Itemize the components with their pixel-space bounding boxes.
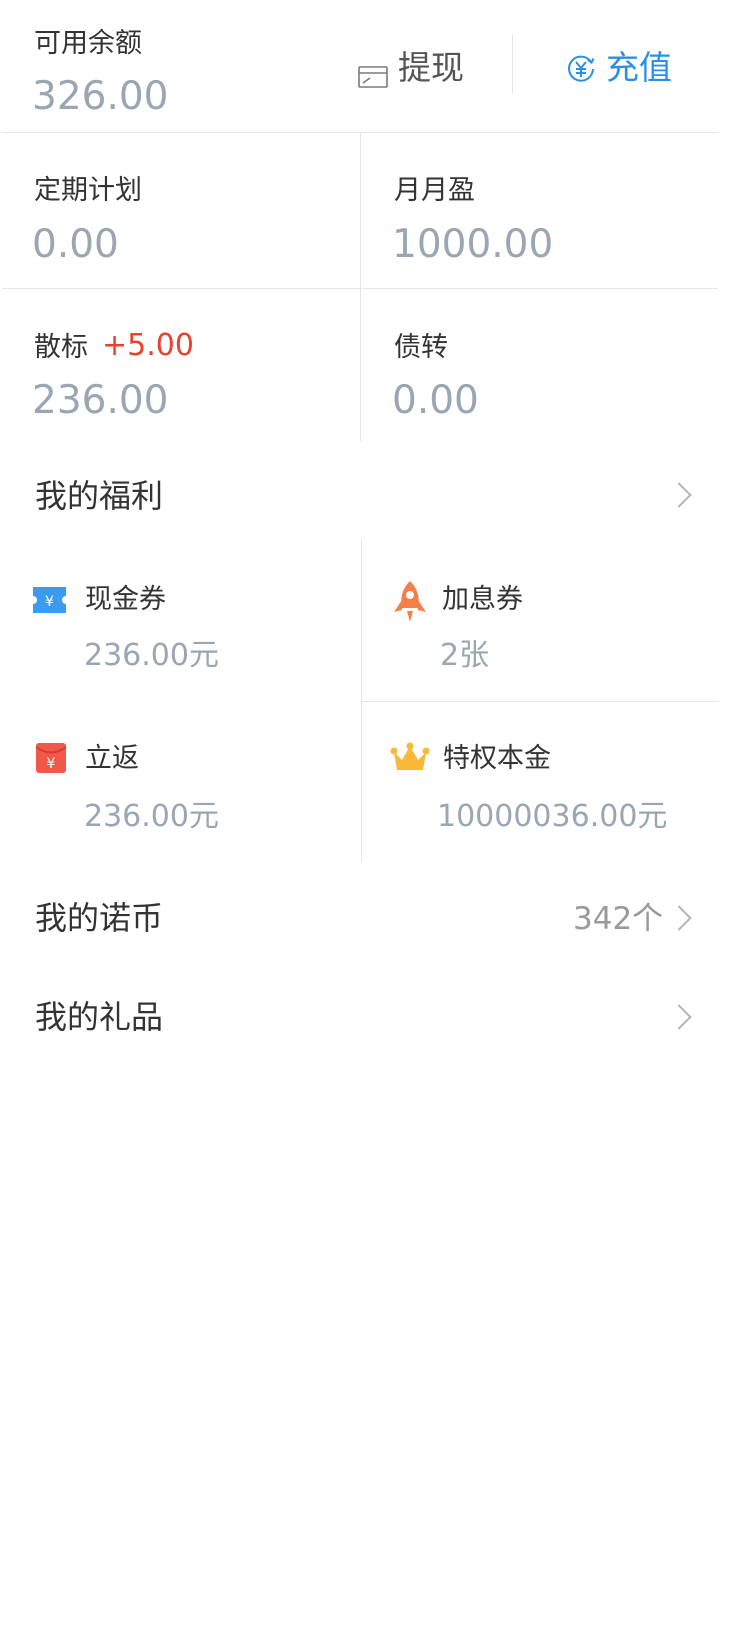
rebate-label: 立返 bbox=[85, 743, 139, 774]
gifts-title: 我的礼品 bbox=[35, 998, 164, 1036]
balance-value: 326.00 bbox=[32, 74, 169, 119]
svg-text:¥: ¥ bbox=[47, 756, 56, 772]
asset-transfer-label: 债转 bbox=[394, 332, 448, 363]
gifts-row[interactable]: 我的礼品 bbox=[0, 980, 718, 1054]
yuan-circle-icon bbox=[566, 53, 596, 83]
cash-coupon-label: 现金券 bbox=[85, 584, 166, 615]
interest-coupon-value: 2张 bbox=[440, 638, 490, 673]
recharge-label: 充值 bbox=[606, 48, 672, 87]
asset-regular-label: 定期计划 bbox=[34, 175, 142, 206]
privilege-label: 特权本金 bbox=[443, 743, 551, 774]
rocket-icon bbox=[392, 580, 428, 624]
coins-count: 342个 bbox=[573, 901, 664, 937]
asset-loose-label: 散标 bbox=[34, 332, 88, 363]
recharge-button[interactable]: 充值 bbox=[566, 48, 672, 88]
cash-coupon-value: 236.00元 bbox=[84, 638, 219, 673]
asset-transfer-value: 0.00 bbox=[392, 378, 479, 423]
rebate-value: 236.00元 bbox=[84, 799, 219, 834]
interest-coupon-label: 加息券 bbox=[442, 584, 523, 615]
asset-loose-value: 236.00 bbox=[32, 378, 169, 423]
asset-regular-value: 0.00 bbox=[32, 222, 119, 267]
cash-coupon-cell[interactable]: ¥ 现金券 236.00元 bbox=[0, 540, 360, 700]
asset-loose-cell[interactable]: 散标 +5.00 236.00 bbox=[0, 289, 360, 441]
asset-regular-cell[interactable]: 定期计划 0.00 bbox=[0, 133, 360, 288]
asset-loose-delta: +5.00 bbox=[102, 328, 194, 363]
balance-label: 可用余额 bbox=[34, 28, 142, 59]
privilege-value: 10000036.00元 bbox=[437, 799, 668, 834]
asset-monthly-value: 1000.00 bbox=[392, 222, 554, 267]
ticket-icon: ¥ bbox=[33, 587, 66, 613]
asset-monthly-label: 月月盈 bbox=[394, 175, 475, 206]
rebate-cell[interactable]: ¥ 立返 236.00元 bbox=[0, 702, 360, 862]
card-icon bbox=[358, 57, 388, 88]
svg-text:¥: ¥ bbox=[45, 594, 54, 610]
asset-monthly-cell[interactable]: 月月盈 1000.00 bbox=[361, 133, 718, 288]
coins-title: 我的诺币 bbox=[35, 899, 164, 937]
chevron-right-icon bbox=[666, 482, 692, 508]
interest-coupon-cell[interactable]: 加息券 2张 bbox=[362, 540, 718, 700]
coins-row[interactable]: 我的诺币 342个 bbox=[0, 880, 718, 954]
chevron-right-icon bbox=[666, 1004, 692, 1030]
chevron-right-icon bbox=[666, 905, 692, 931]
crown-icon bbox=[390, 742, 430, 774]
welfare-title: 我的福利 bbox=[35, 477, 164, 515]
action-divider bbox=[512, 34, 513, 94]
privilege-cell[interactable]: 特权本金 10000036.00元 bbox=[362, 702, 718, 862]
welfare-row[interactable]: 我的福利 bbox=[0, 460, 718, 530]
withdraw-label: 提现 bbox=[398, 48, 464, 87]
asset-transfer-cell[interactable]: 债转 0.00 bbox=[361, 289, 718, 441]
withdraw-button[interactable]: 提现 bbox=[358, 48, 464, 88]
red-envelope-icon: ¥ bbox=[35, 742, 67, 774]
